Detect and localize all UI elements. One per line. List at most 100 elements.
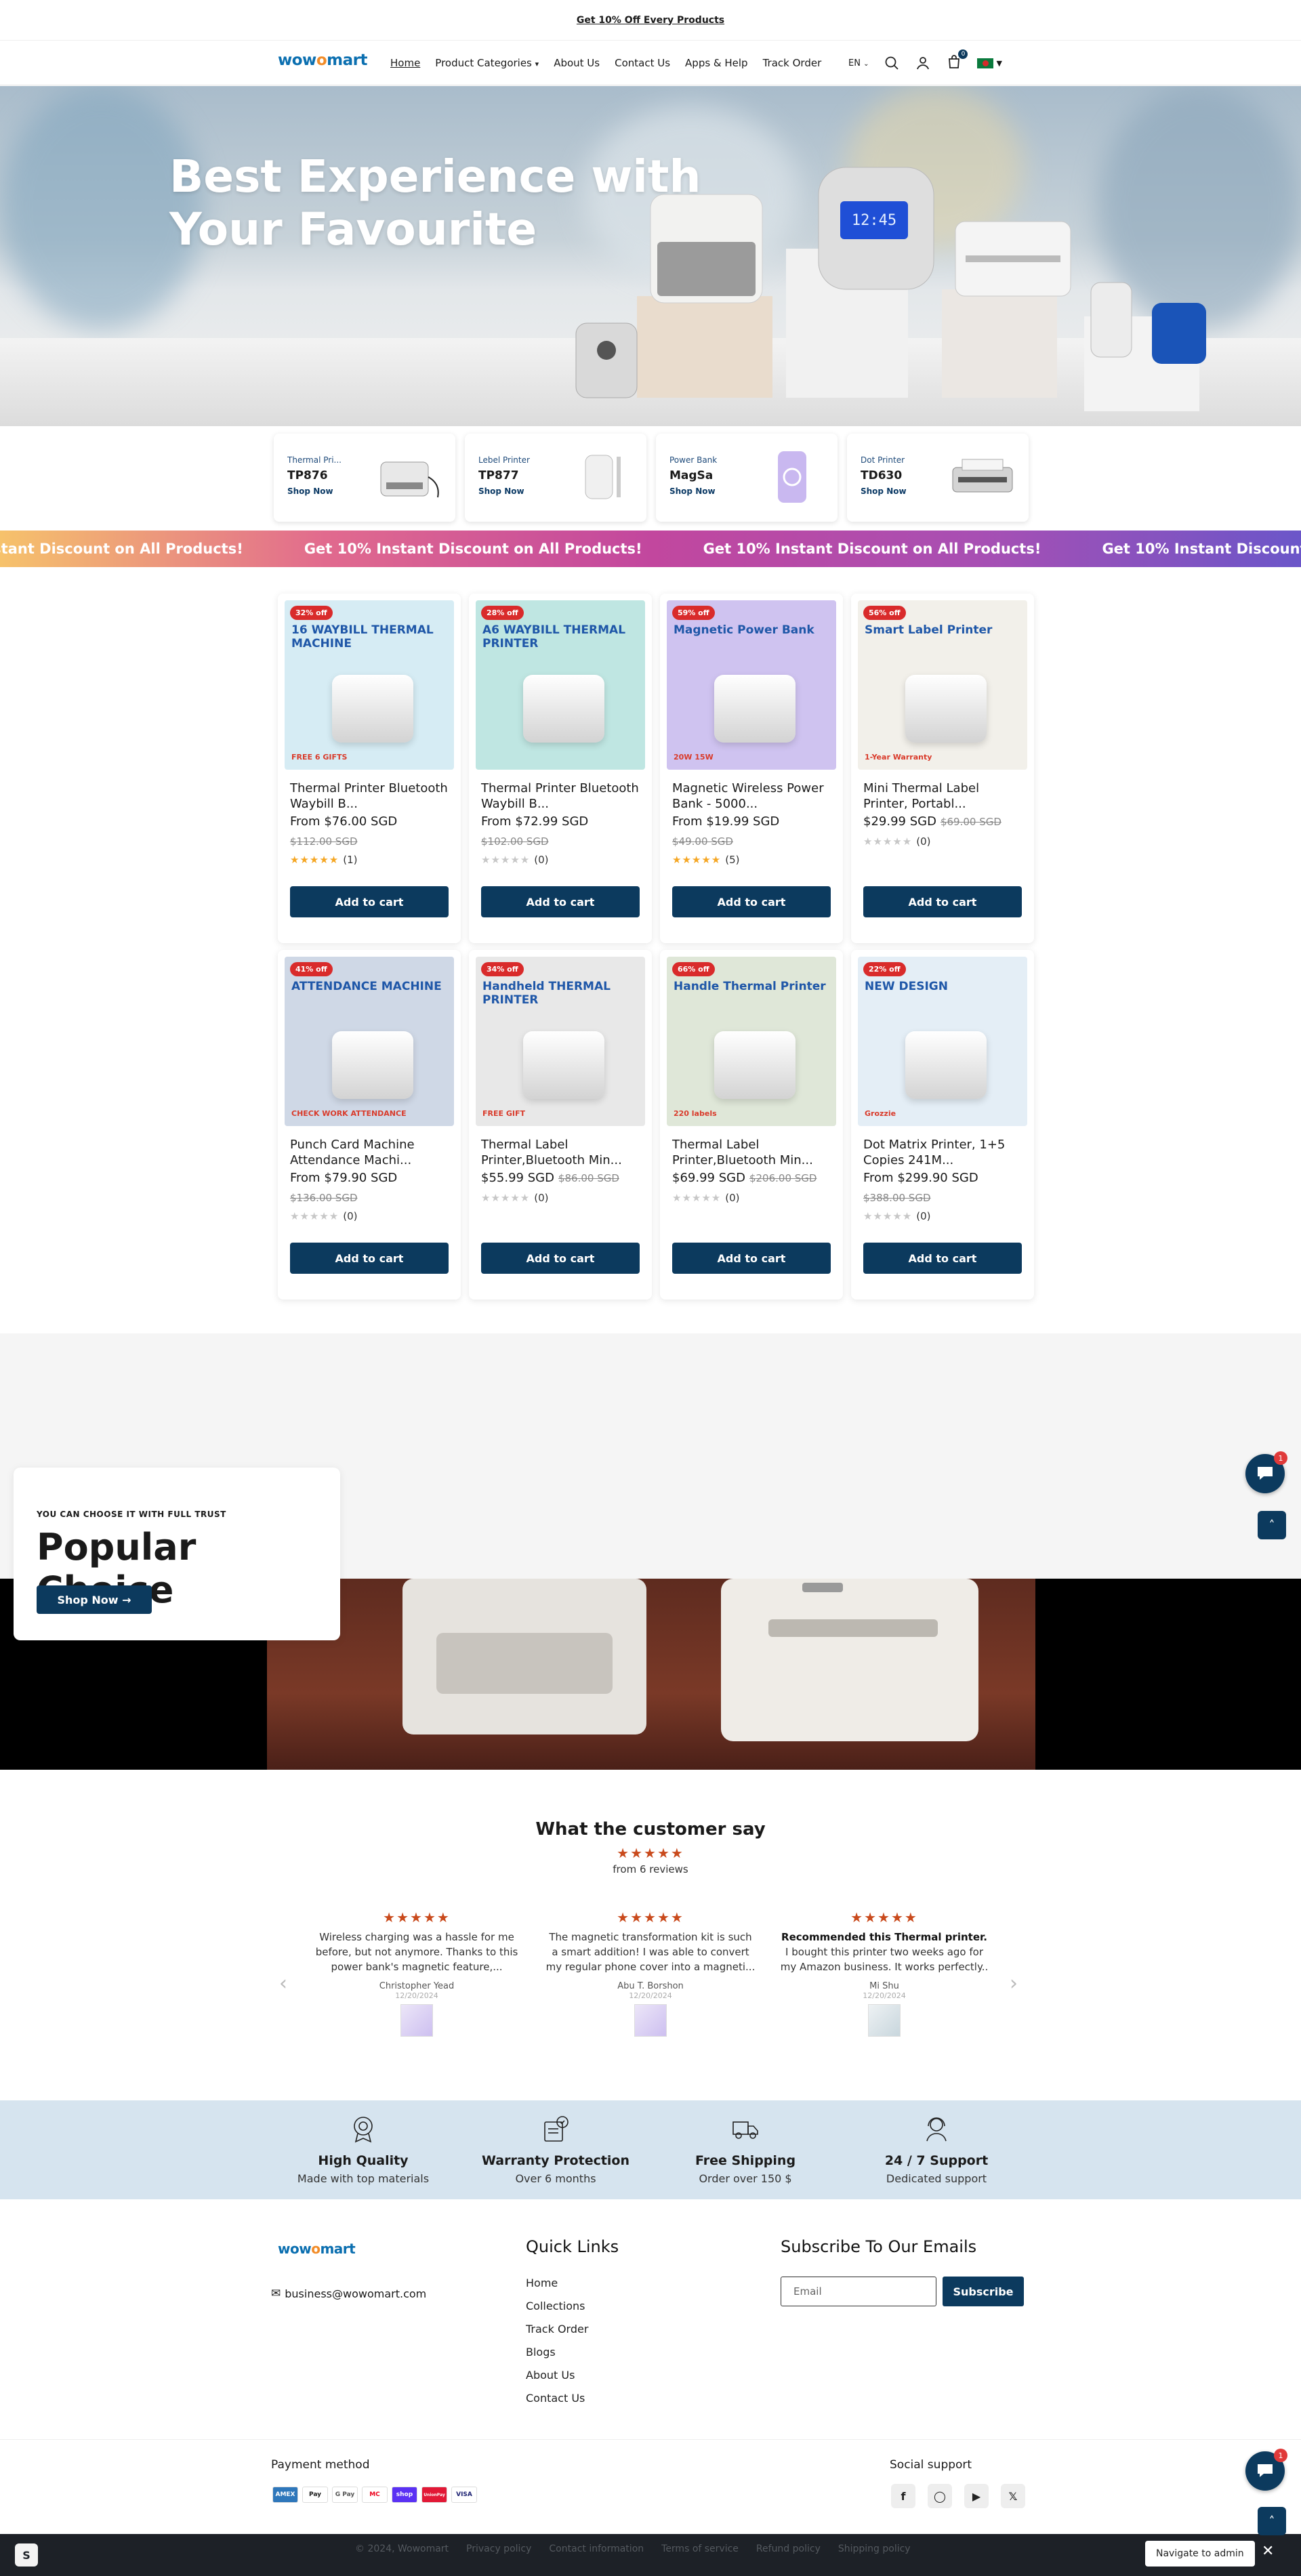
review-stars: ★★★★★ [617,1909,684,1926]
category-card-td630[interactable]: Dot Printer TD630 Shop Now [847,434,1029,522]
shop-now-link[interactable]: Shop Now [669,486,716,496]
close-icon[interactable]: ✕ [1262,2543,1274,2560]
nav-product-categories[interactable]: Product Categories ▾ [435,57,539,69]
country-selector[interactable]: ▼ [977,58,1002,68]
add-to-cart-button[interactable]: Add to cart [481,886,640,917]
product-title[interactable]: Punch Card Machine Attendance Machi... [290,1137,449,1168]
footer-link-collections[interactable]: Collections [526,2300,588,2312]
product-card[interactable]: 34% off Handheld THERMAL PRINTER FREE GIFT… [469,950,652,1300]
product-card[interactable]: 32% off 16 WAYBILL THERMAL MACHINE FREE 6 … [278,594,461,943]
product-card[interactable]: 56% off Smart Label Printer 1-Year Warrant… [851,594,1034,943]
chevron-left-icon[interactable]: ‹ [279,1972,287,1995]
footer-email[interactable]: ✉ business@wowomart.com [271,2287,426,2300]
shopify-icon[interactable]: S [15,2543,38,2567]
nav-about-us[interactable]: About Us [554,57,600,69]
cart-button[interactable]: 0 [946,49,968,72]
back-to-top-button[interactable]: ˄ [1258,2507,1286,2535]
reviewer-name: Abu T. Borshon [617,1981,684,1991]
shipping-policy-link[interactable]: Shipping policy [838,2543,911,2554]
product-title[interactable]: Magnetic Wireless Power Bank - 5000... [672,781,831,812]
contact-info-link[interactable]: Contact information [549,2543,644,2554]
add-to-cart-button[interactable]: Add to cart [290,1243,449,1274]
product-title[interactable]: Dot Matrix Printer, 1+5 Copies 241M... [863,1137,1022,1168]
product-card[interactable]: 22% off NEW DESIGN Grozzie Dot Matrix Print… [851,950,1034,1300]
youtube-icon[interactable]: ▶ [964,2484,989,2508]
compare-price: $102.00 SGD [481,835,549,848]
hero-banner[interactable]: Best Experience with Your Favourite 12:45 [0,86,1301,426]
nav-track-order[interactable]: Track Order [763,57,822,69]
product-image[interactable]: NEW DESIGN Grozzie [858,957,1027,1126]
compare-price: $86.00 SGD [558,1172,619,1184]
announcement-link[interactable]: Get 10% Off Every Products [577,15,724,26]
product-title[interactable]: Thermal Printer Bluetooth Waybill B... [481,781,640,812]
category-card-magsa[interactable]: Power Bank MagSa Shop Now [656,434,838,522]
product-card[interactable]: 66% off Handle Thermal Printer 220 labels T… [660,950,843,1300]
add-to-cart-button[interactable]: Add to cart [672,1243,831,1274]
category-card-tp877[interactable]: Lebel Printer TP877 Shop Now [465,434,646,522]
product-image[interactable]: Handheld THERMAL PRINTER FREE GIFT [476,957,645,1126]
site-logo[interactable]: wowomart [278,51,367,69]
nav-contact-us[interactable]: Contact Us [615,57,670,69]
product-image[interactable]: Handle Thermal Printer 220 labels [667,957,836,1126]
chat-widget-button[interactable]: 1 [1245,1451,1287,1493]
review-count: (0) [916,835,931,848]
product-image[interactable]: Smart Label Printer 1-Year Warranty [858,600,1027,770]
refund-policy-link[interactable]: Refund policy [756,2543,821,2554]
review-photo[interactable] [868,2004,901,2037]
footer-link-track-order[interactable]: Track Order [526,2323,588,2335]
email-field[interactable]: Email [781,2277,936,2306]
language-selector[interactable]: EN ⌄ [848,58,869,68]
product-image[interactable]: A6 WAYBILL THERMAL PRINTER [476,600,645,770]
chat-widget-button[interactable]: 1 [1245,2449,1287,2491]
shop-now-button[interactable]: Shop Now → [37,1585,152,1614]
search-icon[interactable] [884,55,900,71]
back-to-top-button[interactable]: ˄ [1258,1511,1286,1539]
account-icon[interactable] [915,55,931,71]
product-card[interactable]: 59% off Magnetic Power Bank 20W 15W Magneti… [660,594,843,943]
product-title[interactable]: Thermal Label Printer,Bluetooth Min... [481,1137,640,1168]
product-illustration [714,675,796,743]
footer-link-blogs[interactable]: Blogs [526,2346,588,2359]
discount-badge: 66% off [672,962,715,976]
popular-kicker: YOU CAN CHOOSE IT WITH FULL TRUST [37,1510,226,1519]
footer-link-contact-us[interactable]: Contact Us [526,2392,588,2405]
double-chevron-up-icon: ˄ [1268,1518,1275,1533]
review-photo[interactable] [400,2004,433,2037]
footer-link-about-us[interactable]: About Us [526,2369,588,2382]
chevron-right-icon[interactable]: › [1010,1972,1018,1995]
shop-now-link[interactable]: Shop Now [861,486,907,496]
product-image[interactable]: 16 WAYBILL THERMAL MACHINE FREE 6 GIFTS [285,600,454,770]
subscribe-button[interactable]: Subscribe [943,2277,1024,2306]
footer-logo[interactable]: wowomart [278,2241,356,2257]
product-image[interactable]: Magnetic Power Bank 20W 15W [667,600,836,770]
compare-price: $69.00 SGD [940,816,1001,828]
product-title[interactable]: Mini Thermal Label Printer, Portabl... [863,781,1022,812]
review-photo[interactable] [634,2004,667,2037]
footer-link-home[interactable]: Home [526,2277,588,2289]
terms-link[interactable]: Terms of service [661,2543,739,2554]
add-to-cart-button[interactable]: Add to cart [863,886,1022,917]
product-title[interactable]: Thermal Printer Bluetooth Waybill B... [290,781,449,812]
privacy-policy-link[interactable]: Privacy policy [466,2543,531,2554]
navigate-to-admin-button[interactable]: Navigate to admin [1145,2541,1255,2567]
product-image[interactable]: ATTENDANCE MACHINE CHECK WORK ATTENDANCE [285,957,454,1126]
category-card-tp876[interactable]: Thermal Pri... TP876 Shop Now [274,434,455,522]
x-twitter-icon[interactable]: 𝕏 [1001,2484,1025,2508]
shop-now-link[interactable]: Shop Now [478,486,524,496]
shop-now-link[interactable]: Shop Now [287,486,333,496]
nav-apps-help[interactable]: Apps & Help [685,57,748,69]
apple-pay-icon: Pay [302,2487,328,2503]
product-illustration [905,1031,987,1099]
rating-stars: ★★★★★ [481,854,531,866]
instagram-icon[interactable]: ◯ [928,2484,952,2508]
add-to-cart-button[interactable]: Add to cart [672,886,831,917]
nav-home[interactable]: Home [390,57,420,69]
add-to-cart-button[interactable]: Add to cart [481,1243,640,1274]
add-to-cart-button[interactable]: Add to cart [863,1243,1022,1274]
product-card[interactable]: 28% off A6 WAYBILL THERMAL PRINTER Thermal… [469,594,652,943]
product-title[interactable]: Thermal Label Printer,Bluetooth Min... [672,1137,831,1168]
subscribe-heading: Subscribe To Our Emails [781,2237,977,2256]
product-card[interactable]: 41% off ATTENDANCE MACHINE CHECK WORK ATTE… [278,950,461,1300]
add-to-cart-button[interactable]: Add to cart [290,886,449,917]
facebook-icon[interactable]: f [891,2484,915,2508]
